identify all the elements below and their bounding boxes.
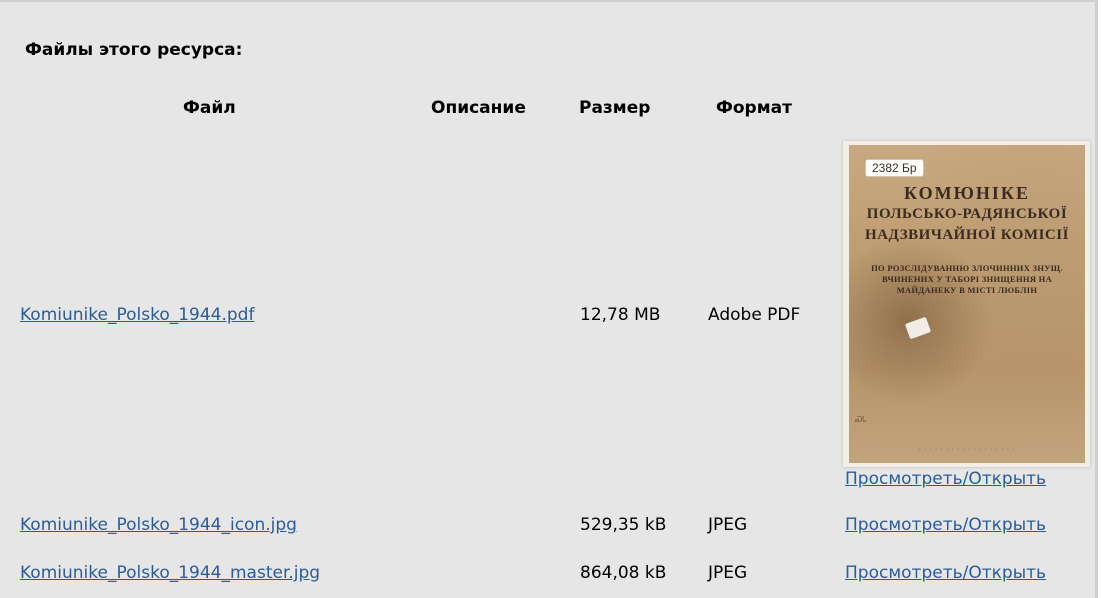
view-open-link[interactable]: Просмотреть/Открыть (845, 515, 1046, 535)
thumbnail-title: КОМЮНІКЕ ПОЛЬСЬКО-РАДЯНСЬКОЇ НАДЗВИЧАЙНО… (849, 183, 1085, 246)
file-format: JPEG (708, 515, 748, 535)
file-size: 529,35 kB (580, 515, 667, 535)
file-size: 864,08 kB (580, 563, 667, 583)
thumbnail-badge: 2382 Бр (865, 159, 924, 177)
column-header-format: Формат (716, 98, 792, 118)
files-panel: Файлы этого ресурса: Файл Описание Разме… (0, 0, 1098, 598)
thumbnail-subtitle: ПО РОЗСЛІДУВАННЮ ЗЛОЧИННИХ ЗНУЩ. ВЧИНЕНИ… (871, 263, 1063, 295)
thumbnail-tear (904, 316, 932, 340)
thumbnail-title-line2: ПОЛЬСЬКО-РАДЯНСЬКОЇ (866, 206, 1068, 222)
file-size: 12,78 MB (580, 305, 661, 325)
document-thumbnail[interactable]: ᏍᏓ 2382 Бр КОМЮНІКЕ ПОЛЬСЬКО-РАДЯНСЬКОЇ … (843, 141, 1090, 467)
view-open-cell: Просмотреть/Открыть (845, 563, 1046, 583)
view-open-link[interactable]: Просмотреть/Открыть (845, 469, 1046, 489)
file-link[interactable]: Komiunike_Polsko_1944.pdf (20, 305, 254, 325)
column-header-description: Описание (431, 98, 526, 118)
thumbnail-title-line3: НАДЗВИЧАЙНОЇ КОМІСІЇ (865, 227, 1069, 243)
thumbnail-title-line1: КОМЮНІКЕ (904, 183, 1030, 203)
thumbnail-footer-print: · · · · · · · · · · · · · · · · · · (918, 447, 1016, 453)
view-open-link[interactable]: Просмотреть/Открыть (845, 563, 1046, 583)
view-open-cell: Просмотреть/Открыть (845, 469, 1046, 489)
column-header-size: Размер (579, 98, 651, 118)
table-row: Komiunike_Polsko_1944.pdf (20, 305, 254, 325)
thumbnail-mark: ᏍᏓ (855, 415, 867, 424)
section-heading: Файлы этого ресурса: (25, 40, 243, 60)
view-open-cell: Просмотреть/Открыть (845, 515, 1046, 535)
file-format: Adobe PDF (708, 305, 801, 325)
column-header-file: Файл (183, 98, 236, 118)
thumbnail-image: ᏍᏓ 2382 Бр КОМЮНІКЕ ПОЛЬСЬКО-РАДЯНСЬКОЇ … (849, 145, 1085, 463)
table-row: Komiunike_Polsko_1944_master.jpg (20, 563, 320, 583)
file-link[interactable]: Komiunike_Polsko_1944_icon.jpg (20, 515, 297, 535)
file-link[interactable]: Komiunike_Polsko_1944_master.jpg (20, 563, 320, 583)
table-row: Komiunike_Polsko_1944_icon.jpg (20, 515, 297, 535)
file-format: JPEG (708, 563, 748, 583)
